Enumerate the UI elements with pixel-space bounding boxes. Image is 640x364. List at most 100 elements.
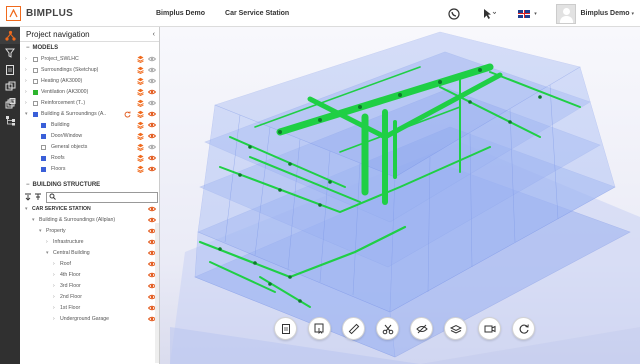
eye-icon[interactable] <box>147 55 157 63</box>
reset-view-icon[interactable] <box>512 317 535 340</box>
project-selector[interactable]: Bimplus Demo <box>156 10 205 17</box>
chevron-right-icon[interactable]: › <box>25 76 27 87</box>
chevron-down-icon[interactable]: ▾ <box>39 226 42 237</box>
layers-icon[interactable] <box>137 66 144 75</box>
chevron-down-icon[interactable]: ▾ <box>46 248 49 259</box>
hide-icon[interactable] <box>410 317 433 340</box>
chevron-down-icon[interactable]: ▾ <box>32 215 35 226</box>
building-structure-section-header[interactable]: − BUILDING STRUCTURE <box>20 179 159 191</box>
model-row[interactable]: › Project_SWLHC <box>20 54 159 65</box>
structure-row[interactable]: › Infrastructure <box>20 237 159 248</box>
layers-icon[interactable] <box>137 77 144 86</box>
model-layer-row[interactable]: General objects <box>20 142 159 153</box>
eye-icon[interactable] <box>147 121 157 129</box>
structure-row[interactable]: › 4th Floor <box>20 270 159 281</box>
chevron-right-icon[interactable]: › <box>53 314 55 325</box>
layer-visibility-checkbox[interactable] <box>41 156 46 161</box>
eye-icon[interactable] <box>147 205 157 213</box>
building-3d-model[interactable] <box>160 27 640 364</box>
project-navigation-icon[interactable] <box>0 27 20 44</box>
camera-icon[interactable] <box>478 317 501 340</box>
model-visibility-checkbox[interactable] <box>33 68 38 73</box>
chevron-right-icon[interactable]: › <box>53 292 55 303</box>
layers-icon[interactable] <box>137 154 144 163</box>
filter-tree-icon[interactable] <box>34 193 42 203</box>
eye-icon[interactable] <box>147 110 157 118</box>
collapse-section-icon[interactable]: − <box>26 45 30 51</box>
chevron-right-icon[interactable]: › <box>25 54 27 65</box>
eye-icon[interactable] <box>147 154 157 162</box>
layer-visibility-checkbox[interactable] <box>41 145 46 150</box>
chevron-down-icon[interactable]: ▾ <box>25 109 28 120</box>
layers-icon[interactable] <box>137 132 144 141</box>
structure-search-input[interactable] <box>46 192 158 203</box>
chevron-right-icon[interactable]: › <box>25 87 27 98</box>
model-layer-row[interactable]: Door/Window <box>20 131 159 142</box>
eye-icon[interactable] <box>147 99 157 107</box>
layers-icon[interactable] <box>137 165 144 174</box>
collapse-section-icon[interactable]: − <box>26 182 30 188</box>
phone-icon[interactable] <box>446 6 462 22</box>
clipboard-icon[interactable] <box>0 61 20 78</box>
model-viewport[interactable] <box>160 27 640 364</box>
structure-row[interactable]: › 1st Floor <box>20 303 159 314</box>
model-visibility-checkbox[interactable] <box>33 57 38 62</box>
structure-row[interactable]: ▾ CAR SERVICE STATION <box>20 204 159 215</box>
layers-icon[interactable] <box>137 55 144 64</box>
model-row[interactable]: ▾ Building & Surroundings (A.. <box>20 109 159 120</box>
models-section-header[interactable]: − MODELS <box>20 42 159 54</box>
layers-icon[interactable] <box>137 99 144 108</box>
structure-row[interactable]: › Roof <box>20 259 159 270</box>
structure-row[interactable]: › 2nd Floor <box>20 292 159 303</box>
layers-icon[interactable] <box>137 88 144 97</box>
scrollbar[interactable] <box>155 223 159 363</box>
eye-icon[interactable] <box>147 88 157 96</box>
model-layer-row[interactable]: Building <box>20 120 159 131</box>
chevron-right-icon[interactable]: › <box>53 303 55 314</box>
structure-row[interactable]: ▾ Building & Surroundings (Allplan) <box>20 215 159 226</box>
structure-row[interactable]: ▾ Property <box>20 226 159 237</box>
model-row[interactable]: › Heating (AK3000) <box>20 76 159 87</box>
model-layer-row[interactable]: Roofs <box>20 153 159 164</box>
layer-visibility-checkbox[interactable] <box>41 123 46 128</box>
model-visibility-checkbox[interactable] <box>33 101 38 106</box>
clipboard-icon[interactable] <box>274 317 297 340</box>
ruler-icon[interactable] <box>342 317 365 340</box>
eye-icon[interactable] <box>147 77 157 85</box>
hierarchy-icon[interactable] <box>0 112 20 129</box>
eye-icon[interactable] <box>147 132 157 140</box>
eye-icon[interactable] <box>147 165 157 173</box>
layers-icon[interactable] <box>137 121 144 130</box>
stacked-pages-icon[interactable] <box>0 95 20 112</box>
language-selector[interactable]: ▾ <box>516 6 538 22</box>
logo[interactable]: BIMPLUS <box>0 5 150 21</box>
layer-visibility-checkbox[interactable] <box>41 134 46 139</box>
layers-copy-icon[interactable] <box>0 78 20 95</box>
chevron-right-icon[interactable]: › <box>25 98 27 109</box>
chevron-right-icon[interactable]: › <box>53 281 55 292</box>
model-selector[interactable]: Car Service Station <box>225 10 289 17</box>
chevron-down-icon[interactable]: › <box>46 237 48 248</box>
chevron-right-icon[interactable]: › <box>25 65 27 76</box>
collapse-all-icon[interactable] <box>24 193 32 203</box>
filter-icon[interactable] <box>0 44 20 61</box>
collapse-panel-icon[interactable]: ‹ <box>153 31 155 38</box>
structure-row[interactable]: ▾ Central Building <box>20 248 159 259</box>
model-visibility-checkbox[interactable] <box>33 79 38 84</box>
model-visibility-checkbox[interactable] <box>33 90 38 95</box>
eye-icon[interactable] <box>147 143 157 151</box>
model-layer-row[interactable]: Floors <box>20 164 159 175</box>
model-row[interactable]: › Surroundings (Sketchup) <box>20 65 159 76</box>
chevron-down-icon[interactable]: ▾ <box>25 204 28 215</box>
layers-icon[interactable] <box>137 143 144 152</box>
model-visibility-checkbox[interactable] <box>33 112 38 117</box>
eye-icon[interactable] <box>147 66 157 74</box>
cursor-mode-icon[interactable] <box>478 6 500 22</box>
layer-visibility-checkbox[interactable] <box>41 167 46 172</box>
user-menu[interactable]: Bimplus Demo ▾ <box>556 3 634 24</box>
structure-row[interactable]: › 3rd Floor <box>20 281 159 292</box>
select-box-icon[interactable] <box>308 317 331 340</box>
layers-icon[interactable] <box>137 110 144 119</box>
cut-icon[interactable] <box>376 317 399 340</box>
chevron-right-icon[interactable]: › <box>53 259 55 270</box>
